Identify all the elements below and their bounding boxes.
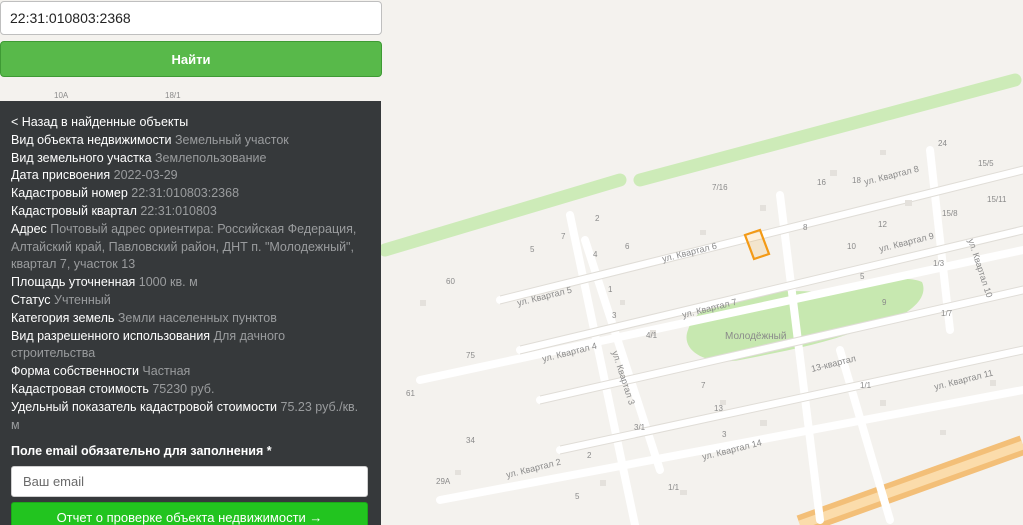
house-number-label: 2	[587, 451, 592, 460]
house-number-label: 9	[882, 298, 887, 307]
info-row-address: Адрес Почтовый адрес ориентира: Российск…	[11, 221, 357, 272]
house-number-label: 16	[817, 178, 826, 187]
house-number-label: 5	[575, 492, 580, 501]
info-row-permitted-use: Вид разрешенного использования Для дачно…	[11, 328, 286, 361]
house-number-label: 1/1	[860, 381, 872, 390]
house-number-label: 2	[595, 214, 600, 223]
info-row-cadastral-quarter: Кадастровый квартал 22:31:010803	[11, 203, 217, 218]
info-row-area: Площадь уточненная 1000 кв. м	[11, 275, 198, 290]
house-number-label: 29A	[436, 477, 451, 486]
house-number-label: 6	[625, 242, 630, 251]
info-row-status: Статус Учтенный	[11, 292, 111, 307]
house-number-label: 3/1	[634, 423, 646, 432]
cadastral-search-input[interactable]	[0, 1, 382, 35]
house-number-label: 5	[530, 245, 535, 254]
house-number-label: 75	[466, 351, 475, 360]
house-number-label: 13	[714, 404, 723, 413]
house-number-label: 10	[847, 242, 856, 251]
object-info-panel: < Назад в найденные объекты Вид объекта …	[0, 101, 381, 525]
house-number-label: 15/8	[942, 209, 958, 218]
house-number-label: 4/1	[646, 331, 658, 340]
info-row-ownership: Форма собственности Частная	[11, 364, 191, 379]
info-row-cadastral-number: Кадастровый номер 22:31:010803:2368	[11, 186, 240, 201]
house-number-label: 7	[561, 232, 566, 241]
house-number-label: 12	[878, 220, 887, 229]
house-number-label: 3	[612, 311, 617, 320]
house-number-label: 18	[852, 176, 861, 185]
email-required-label: Поле email обязательно для заполнения *	[11, 444, 272, 459]
house-number-label: 1	[608, 285, 613, 294]
info-row-assignment-date: Дата присвоения 2022-03-29	[11, 168, 178, 183]
find-button[interactable]: Найти	[0, 41, 382, 77]
house-number-label: 4	[593, 250, 598, 259]
house-number-label: 60	[446, 277, 455, 286]
place-name-label: Молодёжный	[725, 331, 786, 342]
info-row-object-type: Вид объекта недвижимости Земельный участ…	[11, 132, 289, 147]
info-row-land-type: Вид земельного участка Землепользование	[11, 150, 267, 165]
house-number-label: 7/16	[712, 183, 728, 192]
house-number-label: 3	[722, 430, 727, 439]
info-row-land-category: Категория земель Земли населенных пункто…	[11, 310, 277, 325]
info-row-specific-value: Удельный показатель кадастровой стоимост…	[11, 399, 359, 432]
info-row-cadastral-value: Кадастровая стоимость 75230 руб.	[11, 381, 215, 396]
house-number-label: 34	[466, 436, 475, 445]
house-number-label: 1/3	[933, 259, 945, 268]
house-number-label: 8	[803, 223, 808, 232]
house-number-label: 24	[938, 139, 947, 148]
house-number-label: 5	[860, 272, 865, 281]
house-number-label: 10A	[54, 91, 69, 100]
report-button[interactable]: Отчет о проверке объекта недвижимости →	[11, 502, 368, 525]
house-number-label: 1/1	[668, 483, 680, 492]
house-number-label: 7	[701, 381, 706, 390]
back-to-results-link[interactable]: < Назад в найденные объекты	[11, 114, 370, 132]
house-number-label: 15/11	[987, 195, 1007, 204]
email-input[interactable]	[11, 466, 368, 498]
house-number-label: 1/7	[941, 309, 953, 318]
house-number-label: 15/5	[978, 159, 994, 168]
house-number-label: 18/1	[165, 91, 181, 100]
house-number-label: 61	[406, 389, 415, 398]
